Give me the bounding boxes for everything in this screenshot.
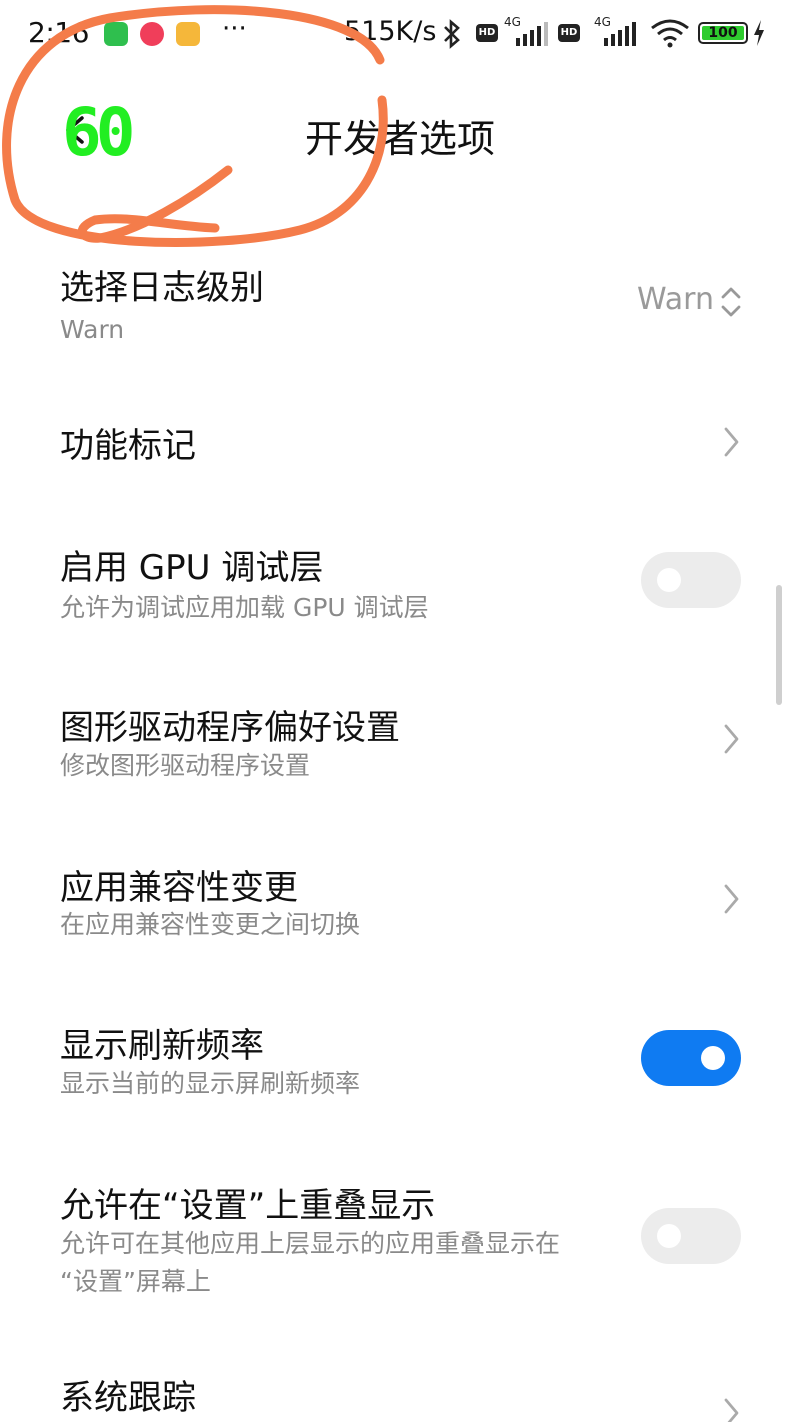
network-speed: 515K/s [344, 16, 437, 47]
settings-overlay-toggle[interactable] [641, 1208, 741, 1264]
gpu-debug-subtitle: 允许为调试应用加载 GPU 调试层 [60, 593, 429, 622]
log-level-subtitle: Warn [60, 315, 125, 344]
graphics-driver-title: 图形驱动程序偏好设置 [60, 708, 400, 748]
settings-overlay-title: 允许在“设置”上重叠显示 [60, 1186, 436, 1226]
list-item-show-refresh-rate[interactable]: 显示刷新频率 显示当前的显示屏刷新频率 [0, 1010, 800, 1120]
chevron-right-icon [724, 427, 739, 457]
chevron-right-icon [724, 884, 739, 914]
list-item-system-tracing[interactable]: 系统跟踪 [0, 1360, 800, 1422]
status-bar: 2:16 ··· 515K/s HD 4G HD 4G 100 [0, 0, 800, 70]
network-type-label: 4G [504, 15, 521, 29]
app-notification-icon-2 [176, 22, 200, 46]
settings-overlay-subtitle-line1: 允许可在其他应用上层显示的应用重叠显示在 [60, 1229, 561, 1258]
chevron-right-icon [724, 1398, 739, 1422]
system-tracing-title: 系统跟踪 [60, 1378, 196, 1418]
app-compat-subtitle: 在应用兼容性变更之间切换 [60, 910, 361, 939]
list-item-feature-flags[interactable]: 功能标记 [0, 410, 800, 480]
log-level-title: 选择日志级别 [60, 268, 264, 308]
app-compat-title: 应用兼容性变更 [60, 868, 298, 908]
charging-icon [754, 20, 764, 46]
app-notification-icon [140, 22, 164, 46]
status-time: 2:16 [28, 16, 89, 49]
more-notifications-icon: ··· [222, 14, 247, 44]
settings-overlay-subtitle-line2: “设置”屏幕上 [60, 1267, 211, 1296]
list-item-gpu-debug-layers[interactable]: 启用 GPU 调试层 允许为调试应用加载 GPU 调试层 [0, 530, 800, 640]
feature-flags-title: 功能标记 [60, 426, 196, 466]
wifi-icon [651, 19, 689, 48]
battery-level: 100 [708, 25, 738, 41]
up-down-chevron-icon [721, 287, 741, 317]
refresh-rate-toggle[interactable] [641, 1030, 741, 1086]
refresh-rate-title: 显示刷新频率 [60, 1026, 264, 1066]
network-type-label-2: 4G [594, 15, 611, 29]
list-item-settings-overlay[interactable]: 允许在“设置”上重叠显示 允许可在其他应用上层显示的应用重叠显示在 “设置”屏幕… [0, 1170, 800, 1310]
battery-indicator: 100 [698, 22, 748, 44]
hd-voice-badge: HD [476, 24, 498, 42]
cell-signal-icon-2: 4G [594, 15, 636, 46]
refresh-rate-subtitle: 显示当前的显示屏刷新频率 [60, 1069, 361, 1098]
list-item-graphics-driver[interactable]: 图形驱动程序偏好设置 修改图形驱动程序设置 [0, 690, 800, 800]
wechat-notification-icon [104, 22, 128, 46]
graphics-driver-subtitle: 修改图形驱动程序设置 [60, 751, 311, 780]
list-item-log-level[interactable]: 选择日志级别 Warn Warn [0, 250, 800, 360]
bluetooth-icon [444, 19, 460, 49]
gpu-debug-toggle[interactable] [641, 552, 741, 608]
scrollbar[interactable] [776, 585, 782, 705]
gpu-debug-title: 启用 GPU 调试层 [60, 548, 324, 588]
log-level-value: Warn [637, 282, 714, 317]
list-item-app-compat[interactable]: 应用兼容性变更 在应用兼容性变更之间切换 [0, 850, 800, 960]
hd-voice-badge-2: HD [558, 24, 580, 42]
chevron-right-icon [724, 724, 739, 754]
page-title: 开发者选项 [304, 117, 495, 161]
cell-signal-icon: 4G [504, 15, 548, 46]
